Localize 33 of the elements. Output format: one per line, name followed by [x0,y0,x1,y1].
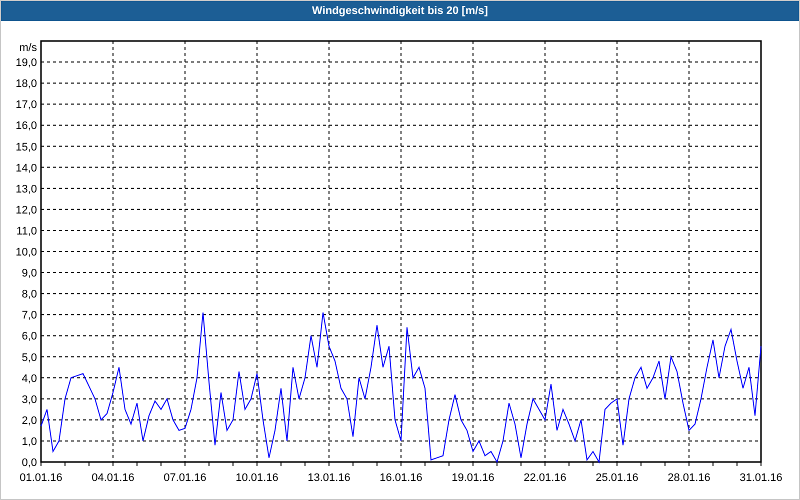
x-tick-label: 13.01.16 [308,472,350,484]
y-tick-label: 9,0 [22,268,37,280]
y-tick-label: 11,0 [16,225,37,238]
y-tick-label: 15,0 [16,141,37,154]
x-tick-label: 07.01.16 [164,472,206,484]
y-tick-label: 1,0 [22,436,37,448]
y-tick-label: 5,0 [22,352,37,364]
y-tick-label: 6,0 [22,330,37,343]
x-tick-label: 04.01.16 [92,472,134,484]
y-tick-label: 7,0 [22,310,37,322]
y-tick-label: 10,0 [16,246,37,258]
y-tick-label: 16,0 [16,120,37,132]
y-tick-label: 12,0 [16,204,37,216]
x-tick-label: 28.01.16 [668,472,710,484]
y-tick-label: 19,0 [16,57,37,70]
y-tick-label: 18,0 [16,78,37,90]
x-tick-label: 22.01.16 [524,472,566,484]
y-tick-label: 14,0 [16,162,37,174]
x-tick-label: 31.01.16 [740,472,782,484]
y-tick-label: 3,0 [22,394,37,406]
y-tick-label: 8,0 [22,288,37,301]
y-tick-label: 2,0 [22,414,37,427]
x-tick-label: 01.01.16 [20,472,62,484]
y-axis-title: m/s [19,42,37,54]
x-tick-label: 25.01.16 [596,472,638,484]
y-tick-label: 0,0 [22,457,37,469]
x-tick-label: 10.01.16 [236,472,278,484]
chart-title: Windgeschwindigkeit bis 20 [m/s] [312,4,488,19]
y-tick-label: 4,0 [22,372,37,385]
y-tick-label: 13,0 [16,183,37,196]
x-tick-label: 19.01.16 [452,472,494,484]
y-tick-label: 17,0 [16,99,37,112]
x-tick-label: 16.01.16 [380,472,422,484]
